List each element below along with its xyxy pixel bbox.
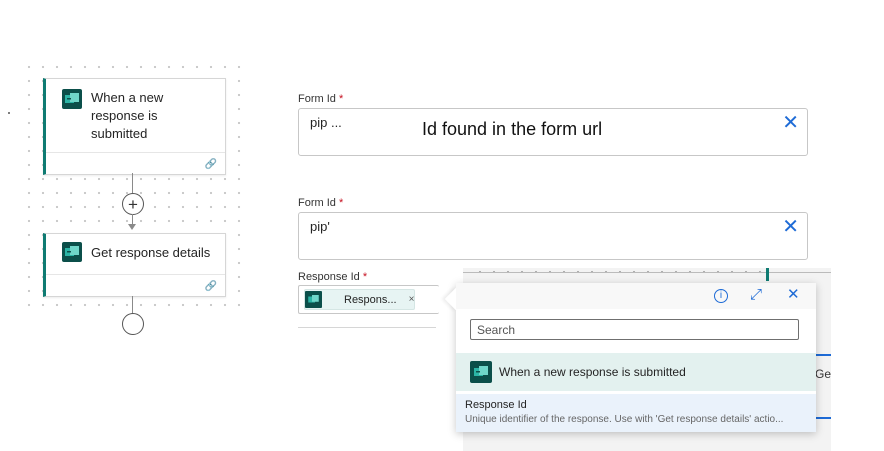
forms-icon [305, 291, 322, 308]
connector-line [132, 296, 133, 314]
search-input[interactable] [470, 319, 799, 340]
partial-text: Ge [815, 367, 832, 381]
action-card-title: Get response details [91, 245, 211, 260]
group-title: When a new response is submitted [499, 365, 686, 379]
form-id-field[interactable]: pip' ✕ [298, 212, 808, 260]
form-id-value: pip' [310, 219, 330, 234]
token-label: Respons... [344, 293, 397, 306]
trigger-card-title: When a new response is submitted [91, 90, 164, 141]
accent-bar [766, 268, 769, 281]
forms-icon [62, 242, 82, 262]
form-id-label: Form Id * [298, 197, 344, 209]
trigger-card[interactable]: When a new response is submitted 🔗 [43, 78, 226, 175]
connector-arrow [128, 224, 136, 230]
dynamic-content-item[interactable]: Response Id Unique identifier of the res… [456, 394, 816, 432]
card-footer: 🔗 [46, 274, 225, 296]
token-remove-icon[interactable]: × [409, 294, 415, 305]
dynamic-content-group[interactable]: When a new response is submitted [456, 353, 816, 391]
form-id-label: Form Id * [298, 93, 344, 105]
divider [298, 327, 436, 328]
popup-header: i ⤢ ✕ [456, 283, 816, 309]
dynamic-content-popup: i ⤢ ✕ When a new response is submitted R… [444, 283, 816, 432]
form-id-value: pip ... [310, 115, 342, 130]
close-icon[interactable]: ✕ [782, 217, 799, 237]
response-id-field[interactable]: Respons... × [298, 285, 439, 314]
divider [463, 272, 831, 273]
response-id-label: Response Id * [298, 271, 368, 283]
close-icon[interactable]: ✕ [787, 287, 800, 303]
expand-icon[interactable]: ⤢ [750, 287, 762, 303]
close-icon[interactable]: ✕ [782, 113, 799, 133]
forms-icon [62, 89, 82, 109]
card-footer: 🔗 [46, 152, 225, 174]
connector-line [132, 173, 133, 193]
forms-icon [470, 361, 492, 383]
info-icon[interactable]: i [714, 289, 728, 303]
plus-icon[interactable]: + [122, 193, 144, 215]
canvas-dot [8, 112, 10, 114]
action-card[interactable]: Get response details 🔗 [43, 233, 226, 297]
link-icon[interactable]: 🔗 [205, 281, 217, 292]
item-description: Unique identifier of the response. Use w… [465, 414, 784, 425]
response-id-token[interactable]: Respons... × [304, 289, 415, 310]
annotation-text: Id found in the form url [422, 119, 603, 139]
add-step-circle[interactable] [122, 313, 144, 335]
item-title: Response Id [465, 399, 527, 411]
link-icon[interactable]: 🔗 [205, 159, 217, 170]
